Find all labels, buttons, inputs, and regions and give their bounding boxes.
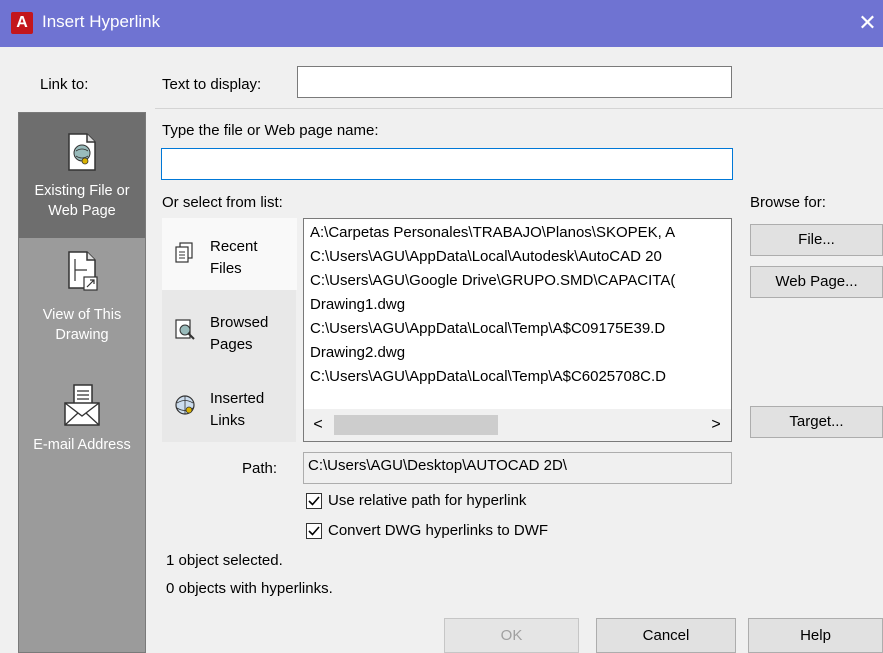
recent-label-line2: Files — [210, 260, 242, 277]
path-value: C:\Users\AGU\Desktop\AUTOCAD 2D\ — [308, 457, 567, 474]
existing-file-label-line1: Existing File or — [34, 183, 130, 199]
scroll-right-icon[interactable]: > — [702, 409, 730, 441]
email-icon — [64, 384, 100, 426]
email-address-label: E-mail Address — [33, 437, 131, 453]
inserted-label-line2: Links — [210, 412, 246, 429]
target-button[interactable]: Target... — [750, 406, 883, 438]
link-to-existing-file[interactable]: Existing File or Web Page — [19, 113, 145, 238]
convert-dwg-checkbox[interactable]: Convert DWG hyperlinks to DWF — [306, 522, 606, 542]
path-label: Path: — [242, 460, 278, 477]
checkmark-icon — [308, 526, 320, 536]
help-label: Help — [800, 627, 831, 644]
scroll-thumb[interactable] — [334, 415, 498, 435]
link-to-label: Link to: — [40, 76, 89, 93]
relative-path-checkbox[interactable]: Use relative path for hyperlink — [306, 492, 606, 512]
text-to-display-label: Text to display: — [162, 76, 261, 93]
help-button[interactable]: Help — [748, 618, 883, 653]
horizontal-scrollbar[interactable]: < > — [304, 409, 731, 441]
window-title: Insert Hyperlink — [42, 12, 161, 31]
tab-recent-files[interactable]: Recent Files — [162, 218, 297, 290]
tab-inserted-links[interactable]: Inserted Links — [162, 370, 296, 442]
select-from-list-label: Or select from list: — [162, 194, 283, 211]
link-to-view-of-drawing[interactable]: View of This Drawing — [19, 251, 145, 371]
list-item[interactable]: C:\Users\AGU\AppData\Local\Autodesk\Auto… — [310, 247, 662, 267]
browsed-label-line1: Browsed — [210, 314, 269, 331]
inserted-label-line1: Inserted — [210, 390, 265, 407]
cancel-button[interactable]: Cancel — [596, 618, 736, 653]
browse-file-button[interactable]: File... — [750, 224, 883, 256]
checkmark-icon — [308, 496, 320, 506]
browse-webpage-label: Web Page... — [775, 273, 858, 290]
list-item[interactable]: A:\Carpetas Personales\TRABAJO\Planos\SK… — [310, 223, 675, 243]
objects-with-hyperlinks-status: 0 objects with hyperlinks. — [166, 580, 333, 597]
file-name-label: Type the file or Web page name: — [162, 122, 379, 139]
separator — [155, 108, 883, 109]
file-globe-icon — [68, 133, 96, 171]
text-to-display-input[interactable] — [297, 66, 732, 98]
drawing-view-icon — [68, 251, 98, 291]
autocad-app-icon: A — [11, 12, 33, 34]
text-to-display-label-text: Text to display: — [162, 76, 262, 93]
view-drawing-label-line2: Drawing — [55, 327, 109, 343]
browse-for-label: Browse for: — [750, 194, 826, 211]
cancel-label: Cancel — [642, 627, 690, 644]
existing-file-label-line2: Web Page — [48, 203, 116, 219]
browsed-label-line2: Pages — [210, 336, 253, 353]
view-drawing-label-line1: View of This — [42, 307, 122, 323]
recent-files-icon — [175, 242, 193, 263]
list-source-tabs: Recent Files Browsed Pages Inserted Links — [162, 218, 297, 442]
list-item[interactable]: Drawing1.dwg — [310, 295, 405, 315]
list-item[interactable]: C:\Users\AGU\AppData\Local\Temp\A$C09175… — [310, 319, 665, 339]
convert-dwg-label: Convert DWG hyperlinks to DWF — [328, 522, 549, 539]
inserted-links-icon — [175, 395, 195, 415]
convert-dwg-checkbox-box[interactable] — [306, 523, 322, 539]
title-bar: A Insert Hyperlink ✕ — [0, 0, 883, 47]
link-to-pane: Existing File or Web Page View of This D… — [18, 112, 146, 653]
browse-webpage-button[interactable]: Web Page... — [750, 266, 883, 298]
ok-button[interactable]: OK — [444, 618, 579, 653]
browsed-pages-icon — [175, 319, 195, 340]
target-label: Target... — [789, 413, 844, 430]
scroll-left-icon[interactable]: < — [304, 409, 332, 441]
path-field: C:\Users\AGU\Desktop\AUTOCAD 2D\ — [303, 452, 732, 484]
ok-label: OK — [500, 627, 523, 644]
app-icon-letter: A — [16, 14, 28, 31]
tab-browsed-pages[interactable]: Browsed Pages — [162, 294, 296, 366]
relative-path-checkbox-box[interactable] — [306, 493, 322, 509]
recent-label-line1: Recent — [210, 238, 258, 255]
list-item[interactable]: Drawing2.dwg — [310, 343, 405, 363]
objects-selected-status: 1 object selected. — [166, 552, 283, 569]
list-item[interactable]: C:\Users\AGU\AppData\Local\Temp\A$C60257… — [310, 367, 666, 387]
link-to-email-address[interactable]: E-mail Address — [19, 383, 145, 465]
relative-path-label: Use relative path for hyperlink — [328, 492, 527, 509]
file-name-input[interactable] — [161, 148, 733, 180]
browse-file-label: File... — [798, 231, 835, 248]
close-icon[interactable]: ✕ — [852, 8, 883, 39]
list-item[interactable]: C:\Users\AGU\Google Drive\GRUPO.SMD\CAPA… — [310, 271, 675, 291]
